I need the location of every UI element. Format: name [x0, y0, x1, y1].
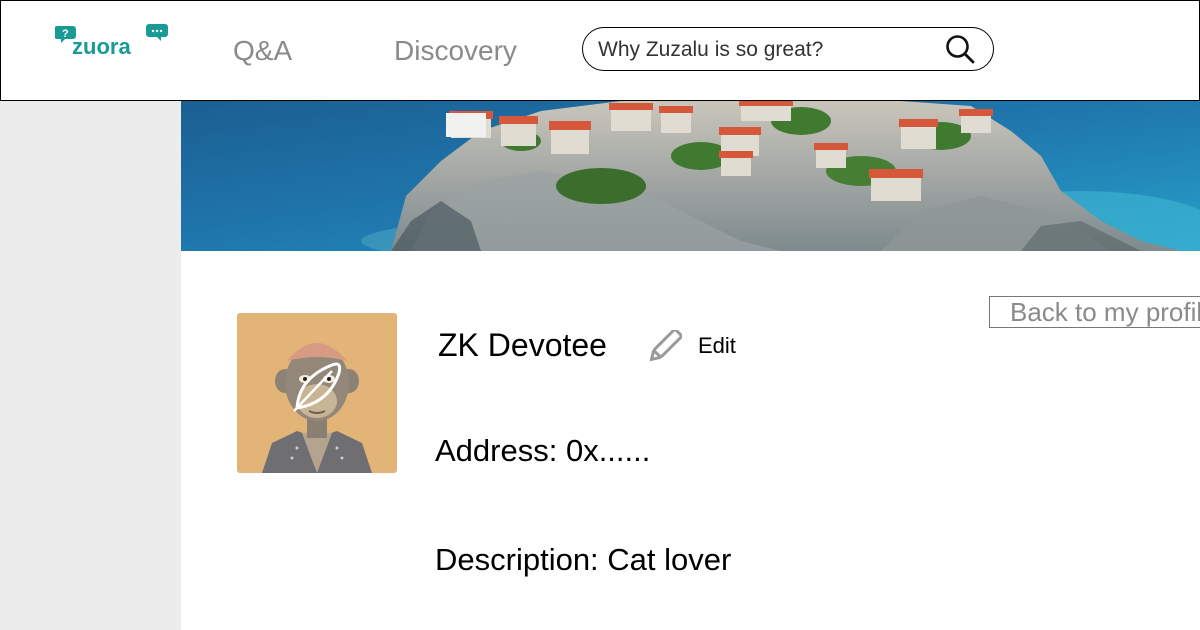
nav-qa-link[interactable]: Q&A	[233, 35, 292, 67]
zuora-logo[interactable]: ? zuora	[54, 23, 169, 59]
logo-text: zuora	[72, 34, 131, 57]
logo-graphic: ? zuora	[54, 24, 168, 59]
island-photo	[181, 101, 1200, 251]
avatar[interactable]	[237, 313, 397, 473]
search-bar[interactable]	[582, 27, 994, 71]
speech-bubble-icon	[146, 24, 168, 41]
profile-description: Description: Cat lover	[435, 542, 732, 577]
top-header: ? zuora Q&A Discovery	[0, 0, 1200, 101]
back-to-profile-button[interactable]: Back to my profile	[989, 296, 1200, 328]
profile-username: ZK Devotee	[438, 327, 607, 363]
search-input[interactable]	[596, 28, 940, 71]
search-icon[interactable]	[945, 34, 975, 64]
svg-text:?: ?	[62, 28, 69, 40]
edit-profile-link[interactable]: Edit	[698, 333, 736, 359]
profile-banner-image	[181, 101, 1200, 251]
pencil-icon[interactable]	[648, 330, 682, 362]
left-sidebar	[0, 101, 181, 630]
ape-avatar-icon	[237, 313, 397, 473]
profile-address: Address: 0x......	[435, 433, 651, 468]
nav-discovery-link[interactable]: Discovery	[394, 35, 517, 67]
